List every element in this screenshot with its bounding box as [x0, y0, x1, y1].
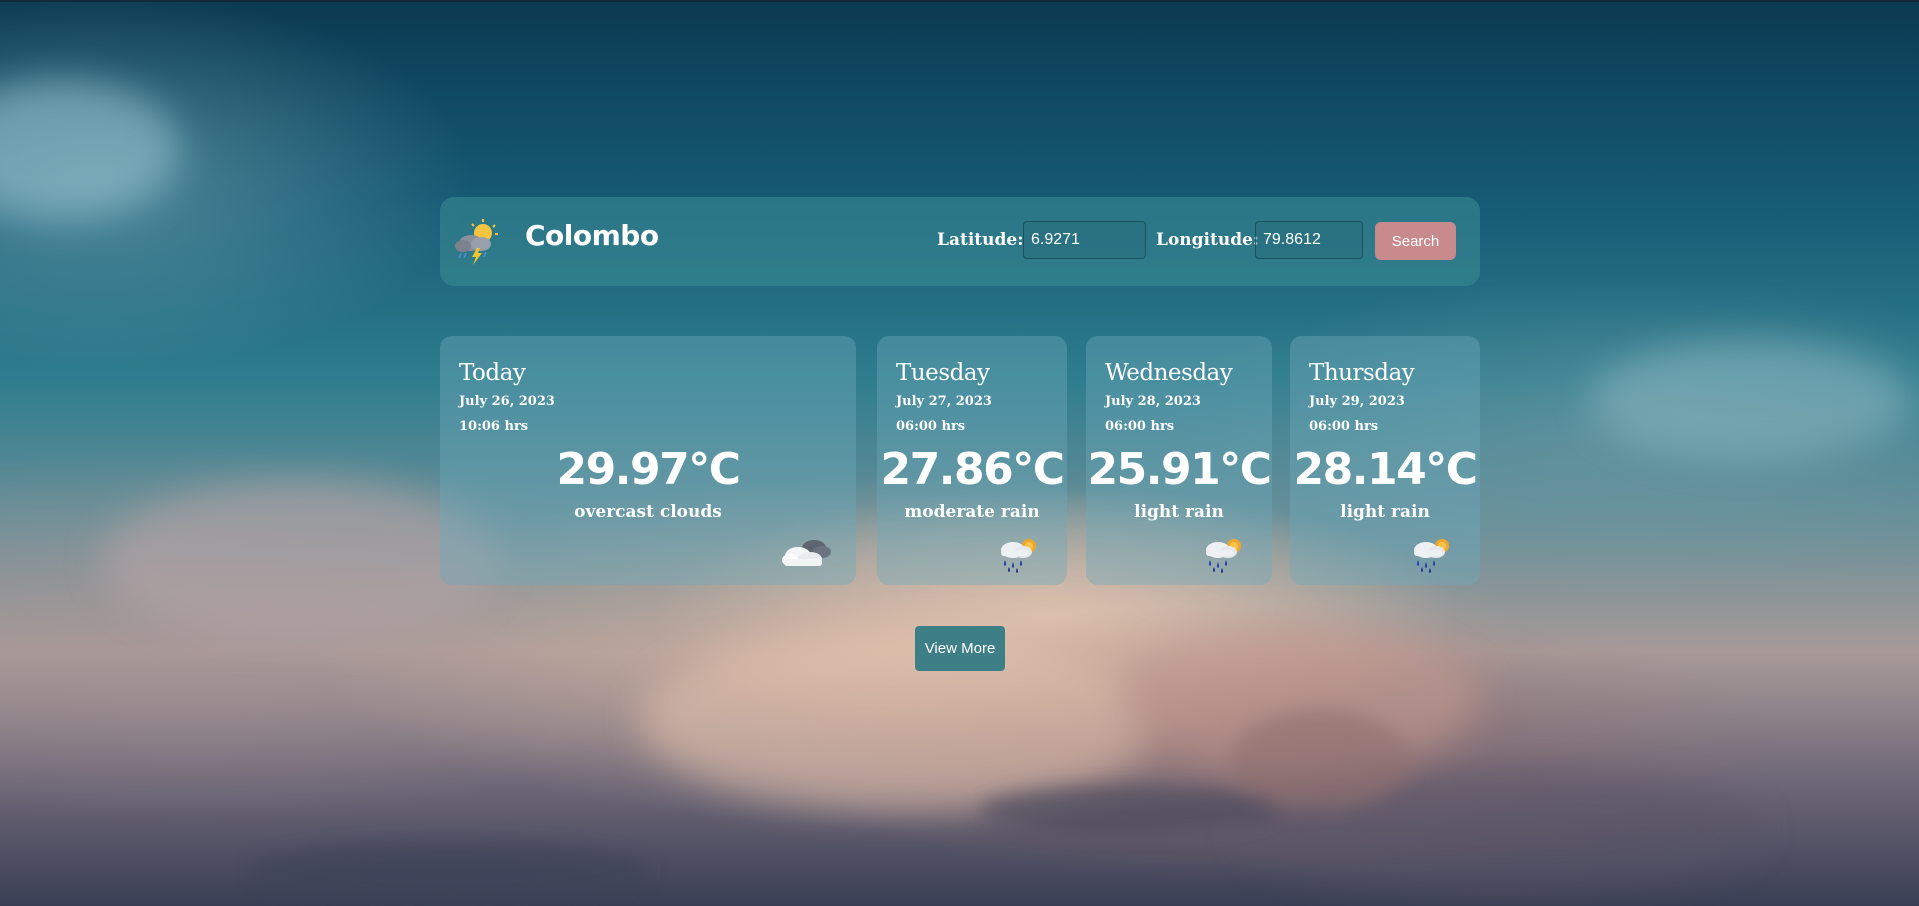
forecast-date: July 26, 2023 — [459, 394, 555, 409]
forecast-temperature: 29.97°C — [556, 444, 741, 495]
forecast-time: 06:00 hrs — [1105, 419, 1175, 434]
longitude-input[interactable] — [1255, 221, 1363, 259]
search-button[interactable]: Search — [1375, 222, 1456, 260]
forecast-time: 06:00 hrs — [896, 419, 966, 434]
forecast-day: Today — [459, 360, 526, 386]
forecast-card-tuesday: Tuesday July 27, 2023 06:00 hrs 27.86°C … — [877, 336, 1067, 585]
latitude-input[interactable] — [1023, 221, 1146, 259]
forecast-day: Wednesday — [1105, 360, 1233, 386]
forecast-card-wednesday: Wednesday July 28, 2023 06:00 hrs 25.91°… — [1086, 336, 1272, 585]
forecast-date: July 28, 2023 — [1105, 394, 1201, 409]
forecast-date: July 29, 2023 — [1309, 394, 1405, 409]
forecast-description: light rain — [1134, 502, 1224, 522]
forecast-card-thursday: Thursday July 29, 2023 06:00 hrs 28.14°C… — [1290, 336, 1480, 585]
sun-cloud-storm-icon — [455, 219, 498, 265]
forecast-day: Tuesday — [896, 360, 990, 386]
forecast-temperature: 27.86°C — [880, 444, 1065, 495]
forecast-time: 10:06 hrs — [459, 419, 529, 434]
forecast-temperature: 25.91°C — [1087, 444, 1272, 495]
search-header: Colombo Latitude: Longitude: Search — [440, 197, 1480, 286]
overcast-clouds-icon — [782, 540, 831, 566]
forecast-date: July 27, 2023 — [896, 394, 992, 409]
forecast-card-today: Today July 26, 2023 10:06 hrs 29.97°C ov… — [440, 336, 856, 585]
view-more-button[interactable]: View More — [915, 626, 1005, 671]
forecast-description: moderate rain — [904, 502, 1040, 522]
latitude-label: Latitude: — [937, 230, 1024, 250]
forecast-time: 06:00 hrs — [1309, 419, 1379, 434]
forecast-temperature: 28.14°C — [1293, 444, 1478, 495]
top-border — [0, 0, 1919, 2]
rain-sun-icon — [1001, 539, 1036, 573]
forecast-day: Thursday — [1309, 360, 1415, 386]
forecast-description: light rain — [1340, 502, 1430, 522]
rain-sun-icon — [1414, 539, 1449, 573]
city-name: Colombo — [525, 219, 659, 252]
forecast-description: overcast clouds — [574, 502, 722, 522]
longitude-label: Longitude: — [1156, 230, 1260, 250]
rain-sun-icon — [1206, 539, 1241, 573]
